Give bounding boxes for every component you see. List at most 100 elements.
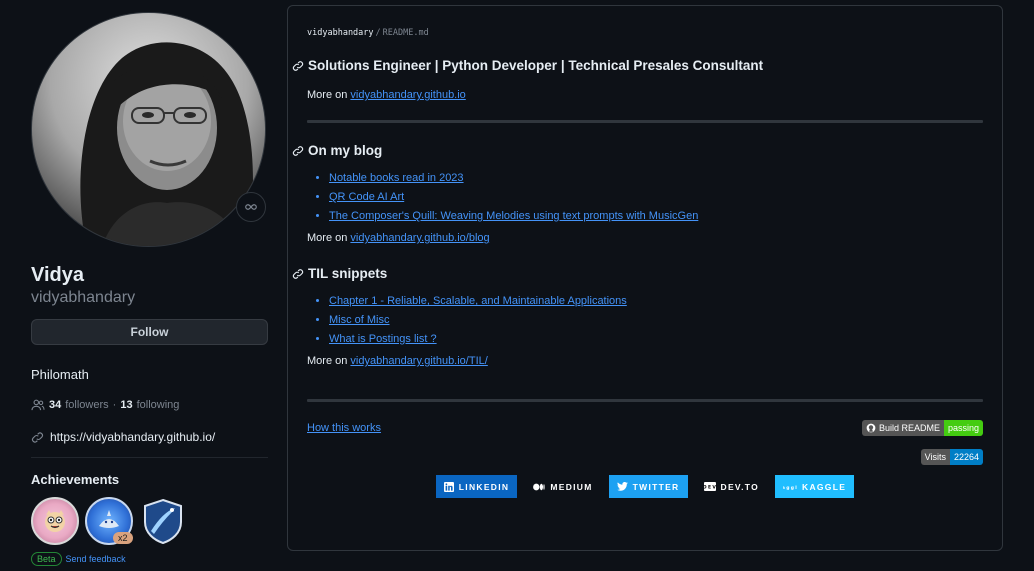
- til-link[interactable]: What is Postings list ?: [329, 333, 437, 345]
- sidebar-divider: [31, 457, 268, 458]
- til-link[interactable]: Misc of Misc: [329, 314, 390, 326]
- visits-row: Visits 22264: [307, 449, 983, 465]
- devto-icon: DEV: [703, 482, 716, 491]
- profile-sidebar: Vidya vidyabhandary Follow Philomath 34 …: [31, 12, 268, 566]
- follow-button[interactable]: Follow: [31, 319, 268, 345]
- anchor-link-icon[interactable]: [292, 60, 304, 72]
- linkedin-button[interactable]: LINKEDIN: [435, 475, 518, 498]
- profile-full-name: Vidya: [31, 264, 84, 286]
- avatar-photo: [32, 13, 265, 246]
- readme-breadcrumb: vidyabhandary / README.md: [307, 28, 983, 38]
- list-item: What is Postings list ?: [329, 333, 983, 345]
- breadcrumb-separator: /: [375, 28, 381, 38]
- readme-headline: Solutions Engineer | Python Developer | …: [292, 58, 983, 73]
- svg-text:kaggle: kaggle: [783, 485, 797, 490]
- main-more-row: More on vidyabhandary.github.io: [307, 89, 983, 101]
- profile-bio: Philomath: [31, 367, 89, 382]
- more-prefix: More on: [307, 355, 348, 367]
- list-item: Misc of Misc: [329, 314, 983, 326]
- achievements-list: x2: [31, 497, 268, 545]
- blog-link[interactable]: The Composer's Quill: Weaving Melodies u…: [329, 210, 698, 222]
- badge-multiplier: x2: [113, 532, 133, 544]
- list-item: Chapter 1 - Reliable, Scalable, and Main…: [329, 295, 983, 307]
- avatar[interactable]: [31, 12, 266, 247]
- til-link[interactable]: Chapter 1 - Reliable, Scalable, and Main…: [329, 295, 627, 307]
- how-this-works-link[interactable]: How this works: [307, 422, 381, 434]
- build-readme-badge[interactable]: Build README passing: [861, 420, 983, 436]
- visits-label: Visits: [920, 449, 950, 465]
- twitter-icon: [616, 482, 628, 491]
- twitter-label: TWITTER: [632, 481, 680, 492]
- breadcrumb-user[interactable]: vidyabhandary: [307, 28, 374, 38]
- following-count[interactable]: 13: [120, 399, 132, 411]
- beta-feedback-row: Beta Send feedback: [31, 552, 268, 566]
- status-button[interactable]: [236, 192, 266, 222]
- section-divider: [307, 120, 983, 123]
- blog-link[interactable]: QR Code AI Art: [329, 191, 404, 203]
- build-badge-label: Build README: [861, 420, 944, 436]
- til-heading-text: TIL snippets: [308, 266, 388, 281]
- send-feedback-link[interactable]: Send feedback: [66, 554, 126, 564]
- blog-list: Notable books read in 2023 QR Code AI Ar…: [307, 172, 983, 222]
- readme-panel: vidyabhandary / README.md Solutions Engine…: [287, 5, 1003, 551]
- breadcrumb-file[interactable]: README.md: [383, 28, 429, 38]
- til-more-row: More on vidyabhandary.github.io/TIL/: [307, 355, 983, 367]
- infinity-icon: [245, 204, 257, 210]
- cat-face-icon: [45, 510, 65, 532]
- blog-more-link[interactable]: vidyabhandary.github.io/blog: [350, 232, 489, 244]
- kaggle-icon: kaggle: [783, 485, 797, 490]
- kaggle-button[interactable]: kaggle KAGGLE: [775, 475, 855, 498]
- profile-username: vidyabhandary: [31, 289, 136, 306]
- linkedin-label: LINKEDIN: [458, 481, 510, 492]
- til-heading: TIL snippets: [292, 266, 983, 281]
- list-item: The Composer's Quill: Weaving Melodies u…: [329, 210, 983, 222]
- anchor-link-icon[interactable]: [292, 145, 304, 157]
- headline-text: Solutions Engineer | Python Developer | …: [308, 58, 764, 73]
- achievement-badge-pull-shark[interactable]: [31, 497, 79, 545]
- devto-label: DEV.TO: [720, 481, 760, 492]
- footer-row: How this works Build README passing: [307, 420, 983, 436]
- followers-separator: ·: [112, 399, 117, 411]
- followers-count[interactable]: 34: [49, 399, 61, 411]
- visits-count: 22264: [949, 449, 983, 465]
- medium-icon: [533, 483, 545, 490]
- avatar-container: [31, 12, 266, 247]
- blog-heading-text: On my blog: [308, 143, 383, 158]
- blog-link[interactable]: Notable books read in 2023: [329, 172, 464, 184]
- achievement-badge-shark[interactable]: x2: [85, 497, 133, 545]
- build-badge-status: passing: [943, 420, 983, 436]
- section-divider: [307, 399, 983, 402]
- people-icon: [31, 399, 45, 411]
- beta-label: Beta: [31, 552, 62, 566]
- list-item: Notable books read in 2023: [329, 172, 983, 184]
- medium-label: MEDIUM: [550, 481, 593, 492]
- achievement-badge-arctic[interactable]: [139, 497, 187, 545]
- website-row: https://vidyabhandary.github.io/: [31, 430, 268, 444]
- following-label[interactable]: following: [137, 399, 180, 411]
- list-item: QR Code AI Art: [329, 191, 983, 203]
- blog-heading: On my blog: [292, 143, 983, 158]
- more-prefix: More on: [307, 89, 348, 101]
- blog-more-row: More on vidyabhandary.github.io/blog: [307, 232, 983, 244]
- medium-button[interactable]: MEDIUM: [525, 475, 601, 498]
- build-badge-text: Build README: [878, 423, 940, 433]
- shield-icon: [144, 498, 182, 544]
- more-prefix: More on: [307, 232, 348, 244]
- achievements-title: Achievements: [31, 472, 120, 487]
- link-icon: [32, 431, 43, 443]
- anchor-link-icon[interactable]: [292, 268, 304, 280]
- github-icon: [866, 423, 876, 433]
- devto-button[interactable]: DEV DEV.TO: [695, 475, 768, 498]
- social-links: LINKEDIN MEDIUM TWITTER DEV DEV.TO agg K…: [307, 475, 983, 498]
- visits-badge: Visits 22264: [920, 449, 983, 465]
- followers-row: 34 followers · 13 following: [31, 399, 268, 411]
- main-site-link[interactable]: vidyabhandary.github.io: [350, 89, 465, 101]
- svg-text:DEV: DEV: [704, 485, 716, 491]
- kaggle-label: KAGGLE: [802, 481, 847, 492]
- til-list: Chapter 1 - Reliable, Scalable, and Main…: [307, 295, 983, 345]
- linkedin-icon: [443, 481, 454, 492]
- website-link[interactable]: https://vidyabhandary.github.io/: [50, 430, 215, 444]
- followers-label[interactable]: followers: [65, 399, 108, 411]
- til-more-link[interactable]: vidyabhandary.github.io/TIL/: [350, 355, 487, 367]
- twitter-button[interactable]: TWITTER: [608, 475, 688, 498]
